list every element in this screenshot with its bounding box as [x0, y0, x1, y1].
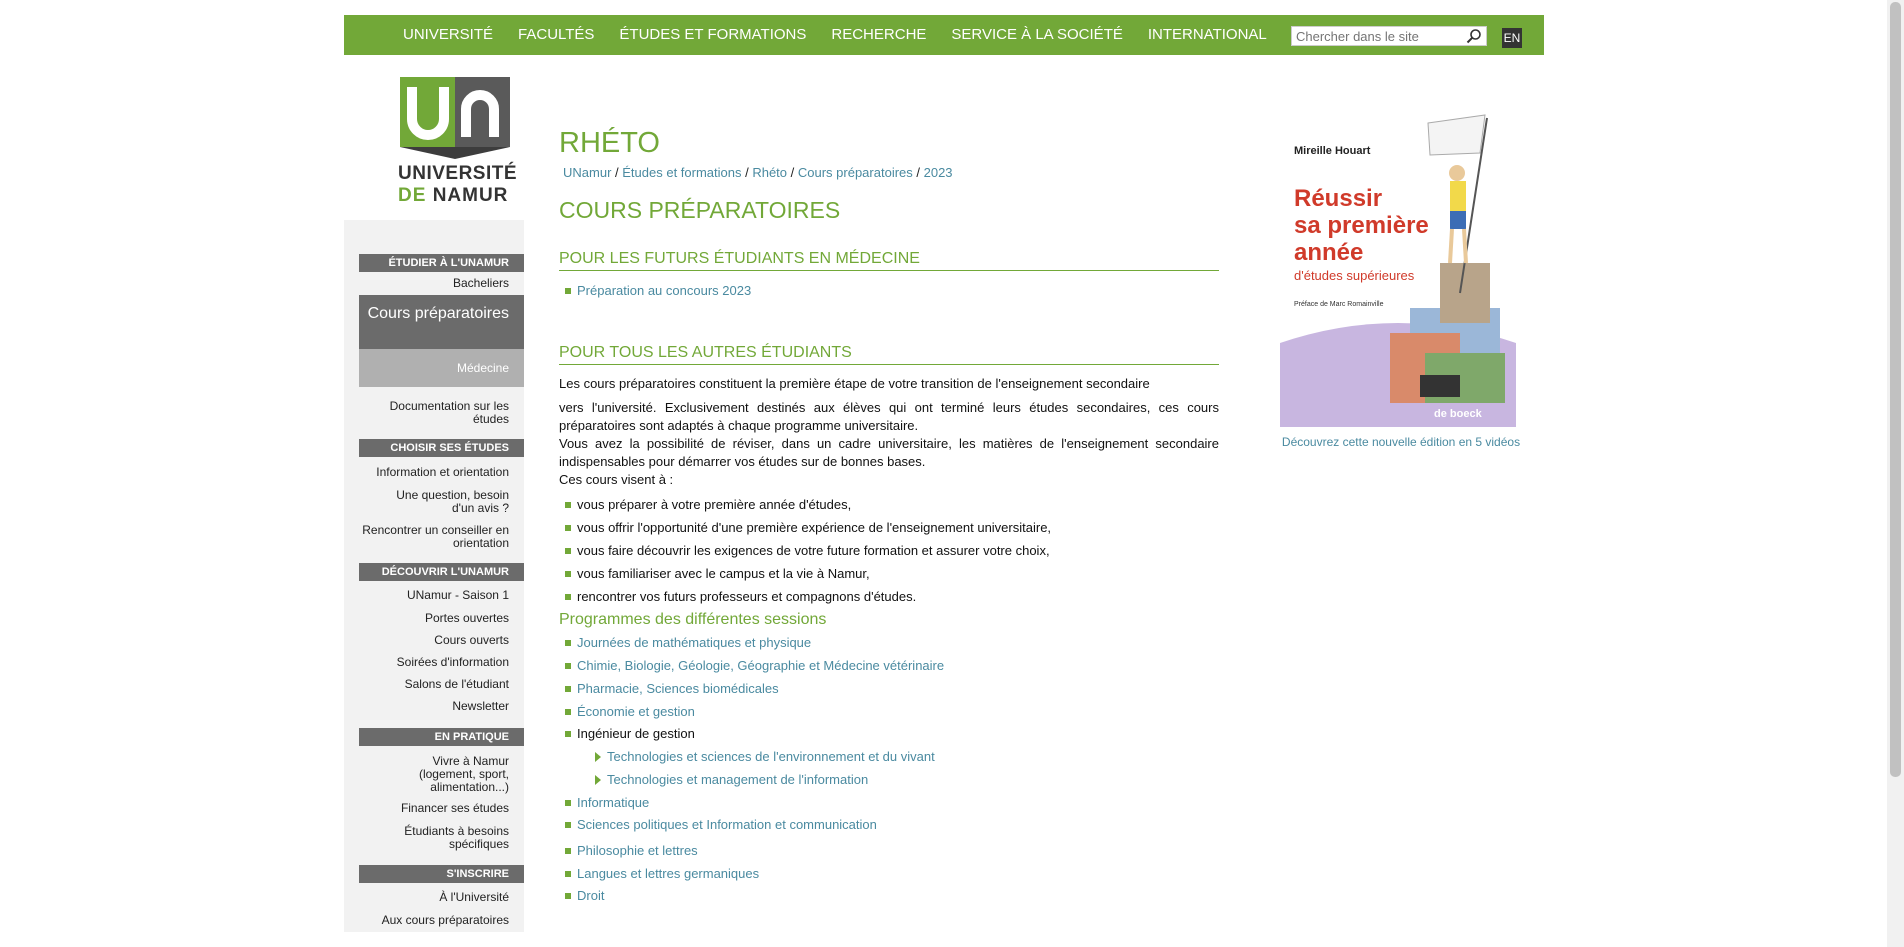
book-video-link[interactable]: Découvrez cette nouvelle édition en 5 vi… [1271, 435, 1531, 449]
nav-facultes[interactable]: FACULTÉS [518, 15, 594, 55]
top-nav: UNIVERSITÉ FACULTÉS ÉTUDES ET FORMATIONS… [344, 15, 1544, 55]
unamur-logo-icon [400, 77, 510, 159]
nav-international[interactable]: INTERNATIONAL [1148, 15, 1267, 55]
section-heading: COURS PRÉPARATOIRES [559, 197, 841, 223]
aim-item: vous offrir l'opportunité d'une première… [564, 520, 1052, 535]
book-title-line: Réussir [1294, 185, 1383, 212]
sidebar-item-besoins-specifiques[interactable]: Étudiants à besoins spécifiques [359, 825, 524, 851]
language-switch-en[interactable]: EN [1502, 28, 1522, 48]
page-title: RHÉTO [559, 127, 660, 159]
aim-item: rencontrer vos futurs professeurs et com… [564, 589, 917, 604]
sidebar-item-saison-1[interactable]: UNamur - Saison 1 [359, 589, 524, 602]
programme-link[interactable]: Philosophie et lettres [565, 843, 698, 858]
sidebar-item-question[interactable]: Une question, besoin d'un avis ? [359, 489, 524, 515]
programme-ingenieur-gestion: Ingénieur de gestion [565, 726, 695, 741]
book-subtitle: d'études supérieures [1294, 268, 1415, 283]
sidebar-head-decouvrir: DÉCOUVRIR L'UNAMUR [359, 563, 524, 581]
nav-etudes-formations[interactable]: ÉTUDES ET FORMATIONS [619, 15, 806, 55]
breadcrumb-unamur[interactable]: UNamur [563, 165, 611, 180]
main-menu: UNIVERSITÉ FACULTÉS ÉTUDES ET FORMATIONS… [403, 15, 1292, 55]
heading-autres-etudiants: POUR TOUS LES AUTRES ÉTUDIANTS [559, 344, 1219, 365]
sidebar-item-bacheliers[interactable]: Bacheliers [359, 277, 524, 290]
programme-link[interactable]: Pharmacie, Sciences biomédicales [565, 681, 779, 696]
scrollbar-thumb[interactable] [1890, 2, 1901, 777]
logo-text-de: DE [398, 185, 427, 206]
logo-text-de-namur: DE NAMUR [398, 185, 508, 207]
sidebar-item-a-universite[interactable]: À l'Université [359, 891, 524, 904]
programme-link[interactable]: Droit [564, 888, 604, 903]
sidebar-item-vivre-namur[interactable]: Vivre à Namur (logement, sport, alimenta… [359, 755, 524, 794]
vertical-scrollbar[interactable] [1887, 0, 1904, 947]
sidebar-head-etudier: ÉTUDIER À L'UNAMUR [359, 254, 524, 272]
sidebar-item-documentation[interactable]: Documentation sur les études [359, 400, 524, 426]
programme-link[interactable]: Chimie, Biologie, Géologie, Géographie e… [564, 658, 944, 673]
sidebar-item-medecine[interactable]: Médecine [359, 349, 524, 387]
programme-sublink[interactable]: Technologies et management de l'informat… [594, 772, 868, 787]
nav-service-societe[interactable]: SERVICE À LA SOCIÉTÉ [951, 15, 1122, 55]
book-cover-image[interactable]: Mireille Houart Réussir sa première anné… [1280, 113, 1516, 427]
programme-sublink[interactable]: Technologies et sciences de l'environnem… [595, 749, 935, 764]
sidebar-item-information-orientation[interactable]: Information et orientation [359, 466, 524, 479]
breadcrumb-rheto[interactable]: Rhéto [752, 165, 787, 180]
sidebar-item-portes-ouvertes[interactable]: Portes ouvertes [359, 612, 524, 625]
programme-link[interactable]: Informatique [564, 795, 649, 810]
sidebar-item-cours-preparatoires[interactable]: Cours préparatoires [359, 295, 524, 349]
nav-universite[interactable]: UNIVERSITÉ [403, 15, 493, 55]
logo-text-namur: NAMUR [432, 185, 509, 206]
sidebar-head-choisir: CHOISIR SES ÉTUDES [359, 439, 524, 457]
search-box [1291, 26, 1487, 46]
aim-item: vous faire découvrir les exigences de vo… [565, 543, 1050, 558]
sidebar-item-financer-etudes[interactable]: Financer ses études [359, 802, 524, 815]
sidebar-head-en-pratique: EN PRATIQUE [359, 728, 524, 746]
university-logo[interactable]: UNIVERSITÉ DE NAMUR [398, 77, 517, 217]
breadcrumb-2023[interactable]: 2023 [924, 165, 953, 180]
book-title-line: sa première [1294, 212, 1429, 239]
sidebar-item-aux-cours-preparatoires[interactable]: Aux cours préparatoires [359, 914, 524, 927]
sidebar-item-soirees-information[interactable]: Soirées d'information [359, 656, 524, 669]
intro-paragraph-2: vers l'université. Exclusivement destiné… [559, 400, 1219, 433]
sidebar-item-cours-ouverts[interactable]: Cours ouverts [359, 634, 524, 647]
search-input[interactable] [1292, 27, 1468, 45]
sidebar: ÉTUDIER À L'UNAMUR Bacheliers Cours prép… [344, 220, 524, 932]
book-title-line: année [1294, 239, 1364, 266]
book-preface: Préface de Marc Romainville [1294, 301, 1384, 308]
intro-paragraph-4: Ces cours visent à : [559, 472, 674, 487]
breadcrumb-cours-preparatoires[interactable]: Cours préparatoires [798, 165, 913, 180]
intro-paragraph-1: Les cours préparatoires constituent la p… [559, 376, 1150, 391]
breadcrumb-etudes-formations[interactable]: Études et formations [622, 165, 741, 180]
sidebar-head-inscrire: S'INSCRIRE [359, 865, 524, 883]
nav-recherche[interactable]: RECHERCHE [831, 15, 926, 55]
aim-item: vous préparer à votre première année d'é… [564, 497, 852, 512]
search-icon[interactable] [1466, 28, 1482, 44]
intro-paragraph-3: Vous avez la possibilité de réviser, dan… [559, 436, 1219, 469]
breadcrumb: UNamur / Études et formations / Rhéto / … [563, 165, 953, 180]
aim-item: vous familiariser avec le campus et la v… [565, 566, 870, 581]
link-preparation-concours[interactable]: Préparation au concours 2023 [564, 283, 751, 298]
logo-text-universite: UNIVERSITÉ [398, 163, 518, 184]
sidebar-item-salons-etudiant[interactable]: Salons de l'étudiant [359, 678, 524, 691]
programme-link[interactable]: Économie et gestion [565, 704, 695, 719]
sidebar-item-newsletter[interactable]: Newsletter [359, 700, 524, 713]
sidebar-item-rencontrer-conseiller[interactable]: Rencontrer un conseiller en orientation [359, 524, 524, 550]
book-author: Mireille Houart [1294, 145, 1371, 157]
programme-link[interactable]: Journées de mathématiques et physique [564, 635, 811, 650]
programme-link[interactable]: Langues et lettres germaniques [564, 866, 759, 881]
heading-futurs-etudiants-medecine: POUR LES FUTURS ÉTUDIANTS EN MÉDECINE [559, 250, 1219, 271]
programme-link[interactable]: Sciences politiques et Information et co… [565, 817, 877, 832]
book-publisher: de boeck [1434, 408, 1482, 420]
book-title: Réussir sa première année [1294, 185, 1429, 266]
programmes-heading: Programmes des différentes sessions [559, 611, 827, 628]
